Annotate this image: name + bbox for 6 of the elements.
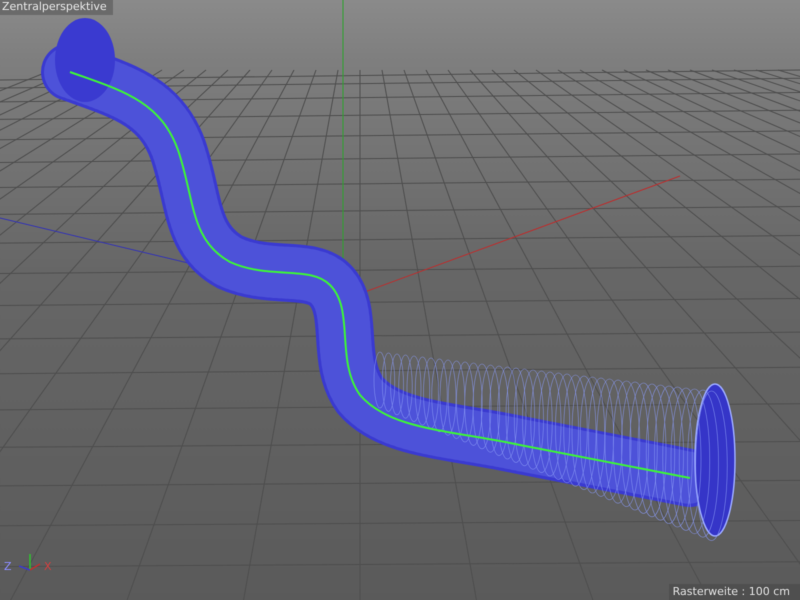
axis-label: Z xyxy=(4,561,12,573)
axis-gizmo-icon xyxy=(18,554,40,571)
axis-label: X xyxy=(44,561,52,573)
3d-viewport[interactable]: Zentralperspektive Z X Rasterweite : 100 cm xyxy=(0,0,800,600)
viewport-title: Zentralperspektive xyxy=(0,0,113,15)
grid-spacing-label: Rasterweite : 100 cm xyxy=(668,584,800,600)
